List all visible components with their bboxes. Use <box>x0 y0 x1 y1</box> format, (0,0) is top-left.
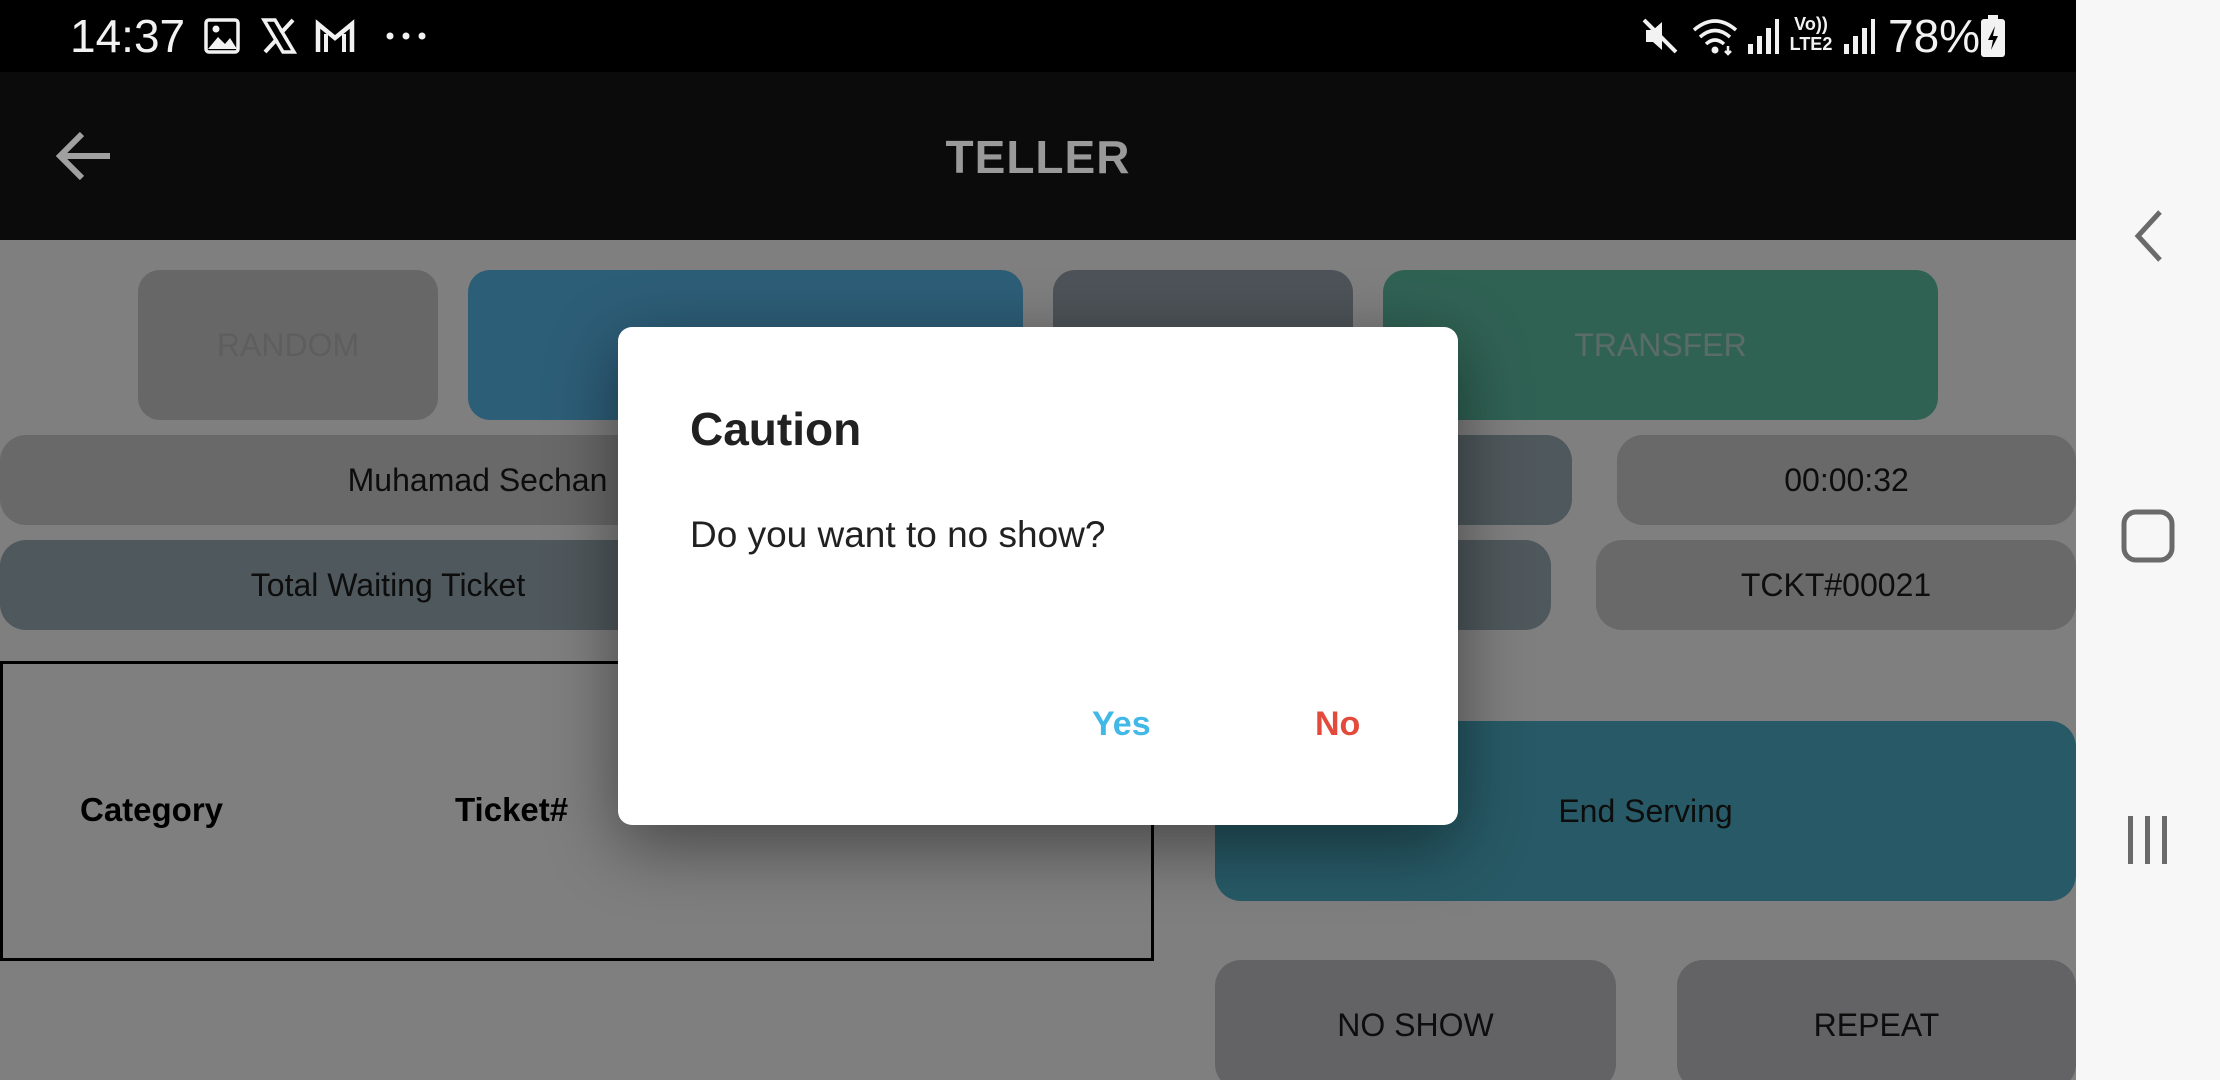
recents-nav-icon[interactable] <box>2122 812 2174 868</box>
more-icon <box>386 32 426 40</box>
page-title: TELLER <box>945 131 1131 183</box>
wifi-icon <box>1692 19 1738 56</box>
home-nav-icon[interactable] <box>2120 508 2176 564</box>
signal-icon <box>1844 19 1875 54</box>
caution-dialog: Caution Do you want to no show? Yes No <box>618 327 1458 825</box>
mute-icon <box>1642 18 1678 54</box>
status-time: 14:37 <box>70 10 186 62</box>
signal-icon <box>1748 19 1779 54</box>
dialog-title: Caution <box>690 403 862 455</box>
volte-lte2-icon: Vo)) LTE2 <box>1786 14 1836 54</box>
gmail-icon <box>315 19 355 52</box>
back-nav-icon[interactable] <box>2126 206 2170 266</box>
dialog-message: Do you want to no show? <box>690 514 1106 555</box>
status-bar: 14:37 Vo)) LTE2 78% <box>0 0 2076 72</box>
battery-charging-icon <box>1981 15 2005 57</box>
app-screen: 14:37 Vo)) LTE2 78% TELLER Caution Do yo… <box>0 0 2076 1080</box>
battery-percent: 78% <box>1888 10 1981 62</box>
app-bar: TELLER <box>0 72 2076 240</box>
no-button[interactable]: No <box>1315 705 1360 744</box>
navigation-bar <box>2076 0 2220 1080</box>
image-icon <box>204 18 240 54</box>
yes-button[interactable]: Yes <box>1092 705 1151 744</box>
x-icon <box>260 18 298 54</box>
volte-text: Vo)) <box>1794 14 1828 34</box>
lte2-text: LTE2 <box>1789 34 1833 54</box>
